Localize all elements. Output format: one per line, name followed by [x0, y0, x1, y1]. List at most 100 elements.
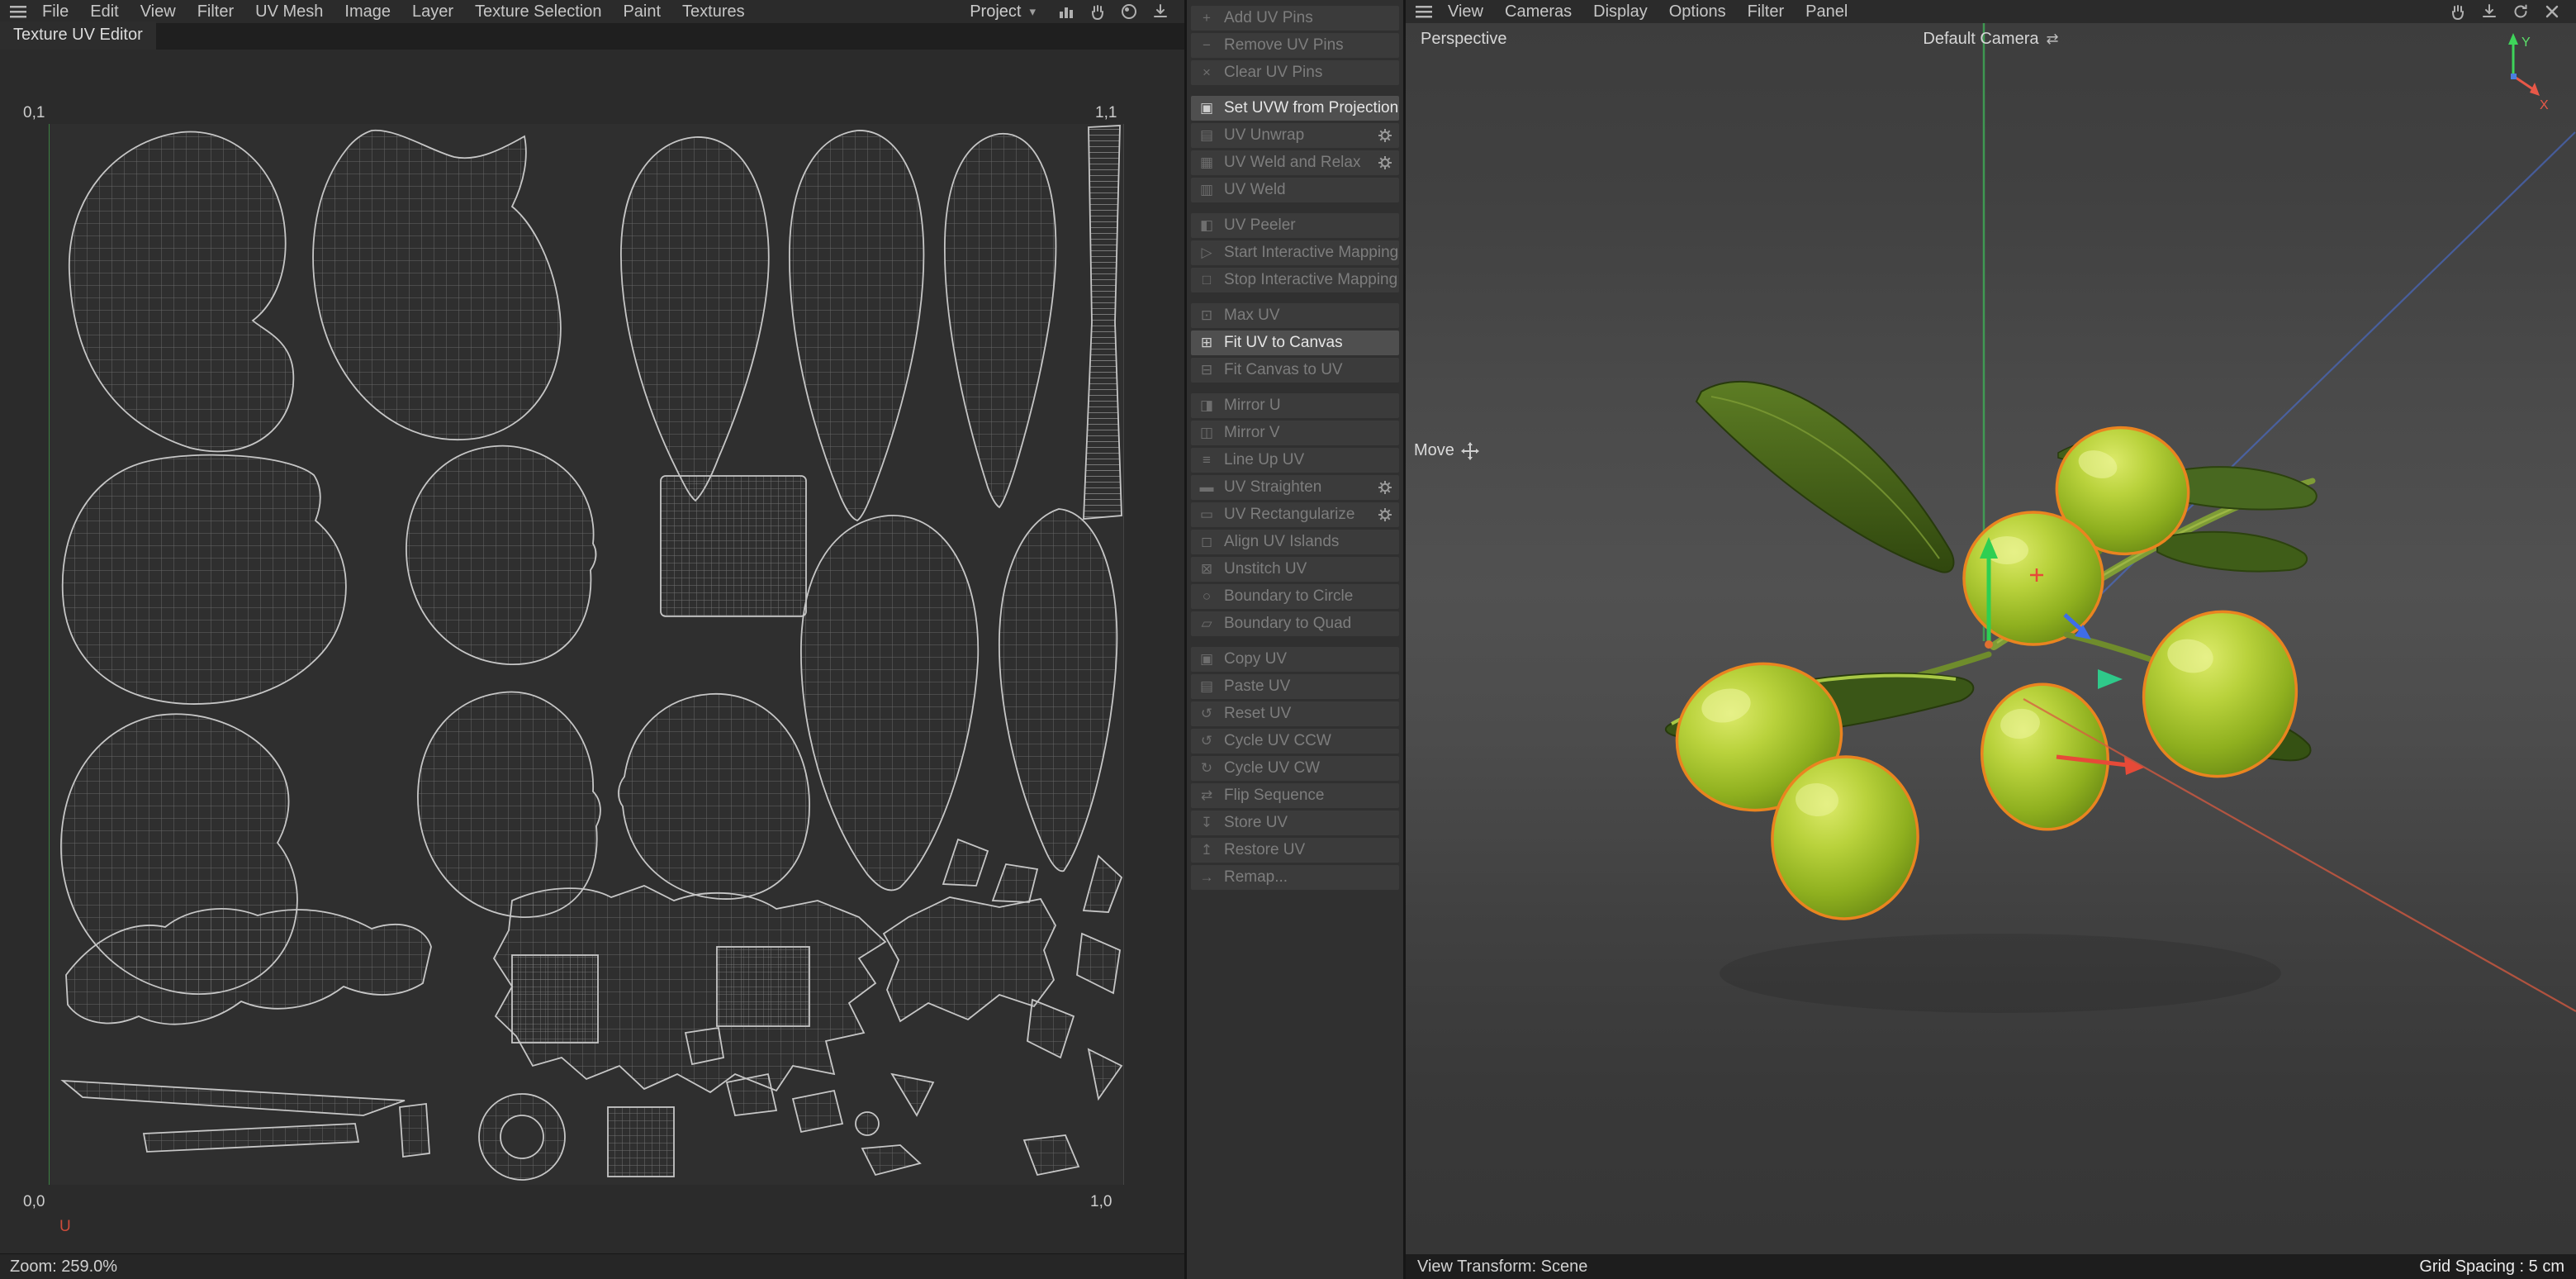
tool-label: UV Weld and Relax — [1224, 154, 1361, 171]
hand-icon[interactable] — [1089, 2, 1107, 21]
uv-editor-workspace[interactable]: 0,1 1,1 0,0 1,0 U — [0, 50, 1184, 1253]
stop-mapping-icon: □ — [1202, 272, 1212, 288]
histogram-icon[interactable] — [1057, 2, 1075, 21]
menu-item-texture-selection[interactable]: Texture Selection — [464, 2, 612, 21]
uv-tool-line-up-uv[interactable]: ≡ Line Up UV — [1191, 448, 1399, 473]
menu-item-edit[interactable]: Edit — [79, 2, 129, 21]
vp-menu-view[interactable]: View — [1437, 2, 1494, 21]
uv-tool-uv-straighten[interactable]: ▬ UV Straighten — [1191, 475, 1399, 500]
uv-tool-paste-uv[interactable]: ▤ Paste UV — [1191, 674, 1399, 699]
menu-item-file[interactable]: File — [31, 2, 79, 21]
uv-tool-cycle-uv-cw[interactable]: ↻ Cycle UV CW — [1191, 756, 1399, 781]
gizmo-y-label: Y — [2521, 36, 2531, 50]
olive-branch-model[interactable] — [1663, 380, 2317, 924]
hamburger-icon[interactable] — [10, 5, 26, 18]
camera-switch-icon[interactable]: ⇄ — [2046, 31, 2058, 48]
hamburger-icon[interactable] — [1416, 5, 1432, 18]
uv-editor-panel: File Edit View Filter UV Mesh Image Laye… — [0, 0, 1184, 1279]
vp-menu-display[interactable]: Display — [1582, 2, 1658, 21]
uv-tool-flip-sequence[interactable]: ⇄ Flip Sequence — [1191, 783, 1399, 808]
uv-tool-reset-uv[interactable]: ↺ Reset UV — [1191, 701, 1399, 726]
uv-tool-uv-rectangularize[interactable]: ▭ UV Rectangularize — [1191, 502, 1399, 527]
uv-tool-align-uv-islands[interactable]: ◻ Align UV Islands — [1191, 530, 1399, 554]
olive-right — [2142, 610, 2298, 778]
uv-tool-remove-uv-pins[interactable]: − Remove UV Pins — [1191, 33, 1399, 58]
tool-label: Cycle UV CW — [1224, 759, 1321, 777]
uv-tool-uv-unwrap[interactable]: ▤ UV Unwrap — [1191, 123, 1399, 148]
tab-texture-uv-editor[interactable]: Texture UV Editor — [0, 21, 156, 50]
view-axis-gizmo[interactable]: Y X — [2488, 28, 2558, 114]
uv-tool-clear-uv-pins[interactable]: × Clear UV Pins — [1191, 60, 1399, 85]
uv-island-square-d — [607, 1106, 675, 1177]
menu-item-textures[interactable]: Textures — [671, 2, 756, 21]
uv-tool-uv-peeler[interactable]: ◧ UV Peeler — [1191, 213, 1399, 238]
gear-icon[interactable] — [1378, 128, 1392, 143]
gear-icon[interactable] — [1378, 507, 1392, 522]
uv-tool-restore-uv[interactable]: ↥ Restore UV — [1191, 838, 1399, 863]
vp-menu-filter[interactable]: Filter — [1737, 2, 1795, 21]
uv-tool-mirror-u[interactable]: ◨ Mirror U — [1191, 393, 1399, 418]
uv-bound-right — [1123, 124, 1124, 1185]
tool-label: Copy UV — [1224, 650, 1288, 668]
tool-label: Set UVW from Projection — [1224, 99, 1399, 116]
uv-tool-add-uv-pins[interactable]: + Add UV Pins — [1191, 6, 1399, 31]
reload-icon[interactable] — [2512, 2, 2530, 21]
uv-island-bit — [399, 1102, 430, 1158]
menu-item-view[interactable]: View — [130, 2, 187, 21]
vp-menu-cameras[interactable]: Cameras — [1494, 2, 1582, 21]
viewport-3d-scene[interactable] — [1406, 23, 2576, 1254]
hand-icon[interactable] — [2449, 2, 2467, 21]
uv-island-jagged-b — [882, 896, 1057, 1023]
remove-uv-pins-icon: − — [1203, 37, 1211, 53]
gizmo-cone — [2098, 669, 2123, 689]
uv-tool-start-interactive-mapping[interactable]: ▷ Start Interactive Mapping — [1191, 240, 1399, 265]
vp-menu-panel[interactable]: Panel — [1795, 2, 1858, 21]
menu-item-uv-mesh[interactable]: UV Mesh — [244, 2, 334, 21]
uv-tool-store-uv[interactable]: ↧ Store UV — [1191, 811, 1399, 835]
viewport-menubar: View Cameras Display Options Filter Pane… — [1406, 0, 2576, 23]
download-icon[interactable] — [1151, 2, 1169, 21]
uv-tool-remap[interactable]: → Remap... — [1191, 865, 1399, 890]
uv-tool-uv-weld[interactable]: ▥ UV Weld — [1191, 178, 1399, 202]
uv-statusbar: Zoom: 259.0% — [0, 1253, 1184, 1279]
tool-label: Cycle UV CCW — [1224, 732, 1331, 749]
app-window: File Edit View Filter UV Mesh Image Laye… — [0, 0, 2576, 1279]
uv-tool-stop-interactive-mapping[interactable]: □ Stop Interactive Mapping — [1191, 268, 1399, 292]
tool-label: Add UV Pins — [1224, 9, 1313, 26]
uv-tool-mirror-v[interactable]: ◫ Mirror V — [1191, 421, 1399, 445]
gear-icon[interactable] — [1378, 155, 1392, 170]
menu-item-layer[interactable]: Layer — [401, 2, 464, 21]
uv-tool-copy-uv[interactable]: ▣ Copy UV — [1191, 647, 1399, 672]
uv-tool-fit-uv-to-canvas[interactable]: ⊞ Fit UV to Canvas — [1191, 330, 1399, 355]
sphere-icon[interactable] — [1120, 2, 1138, 21]
uv-tool-fit-canvas-to-uv[interactable]: ⊟ Fit Canvas to UV — [1191, 358, 1399, 383]
tool-label: Flip Sequence — [1224, 787, 1325, 804]
uv-tool-cycle-uv-ccw[interactable]: ↺ Cycle UV CCW — [1191, 729, 1399, 754]
menu-item-paint[interactable]: Paint — [612, 2, 671, 21]
gear-icon[interactable] — [1378, 480, 1392, 495]
gizmo-z-dot — [2511, 74, 2517, 79]
tool-label: Max UV — [1224, 307, 1280, 324]
boundary-circle-icon: ○ — [1202, 588, 1212, 604]
active-tool-hud: Move — [1414, 441, 1479, 460]
uv-canvas[interactable] — [50, 124, 1123, 1185]
viewport-3d[interactable]: Perspective Default Camera ⇄ Move Y X — [1406, 23, 2576, 1254]
uv-editor-tabbar: Texture UV Editor — [0, 21, 1184, 50]
close-icon[interactable] — [2543, 2, 2561, 21]
uv-tool-unstitch-uv[interactable]: ⊠ Unstitch UV — [1191, 557, 1399, 582]
uv-tool-set-uvw-from-projection[interactable]: ▣ Set UVW from Projection — [1191, 96, 1399, 121]
project-dropdown[interactable]: Project ▾ — [960, 2, 1046, 22]
viewport-view-label[interactable]: Perspective — [1421, 30, 1507, 49]
uv-corner-01: 0,1 — [23, 104, 45, 121]
menu-item-image[interactable]: Image — [334, 2, 401, 21]
uv-tool-uv-weld-and-relax[interactable]: ▦ UV Weld and Relax — [1191, 150, 1399, 175]
uv-tool-boundary-to-quad[interactable]: ▱ Boundary to Quad — [1191, 611, 1399, 636]
viewport-panel: View Cameras Display Options Filter Pane… — [1406, 0, 2576, 1279]
tool-label: Line Up UV — [1224, 451, 1305, 468]
viewport-camera-label[interactable]: Default Camera ⇄ — [1923, 30, 2058, 49]
uv-tool-boundary-to-circle[interactable]: ○ Boundary to Circle — [1191, 584, 1399, 609]
uv-tool-max-uv[interactable]: ⊡ Max UV — [1191, 303, 1399, 328]
vp-menu-options[interactable]: Options — [1658, 2, 1737, 21]
menu-item-filter[interactable]: Filter — [187, 2, 244, 21]
download-icon[interactable] — [2480, 2, 2498, 21]
